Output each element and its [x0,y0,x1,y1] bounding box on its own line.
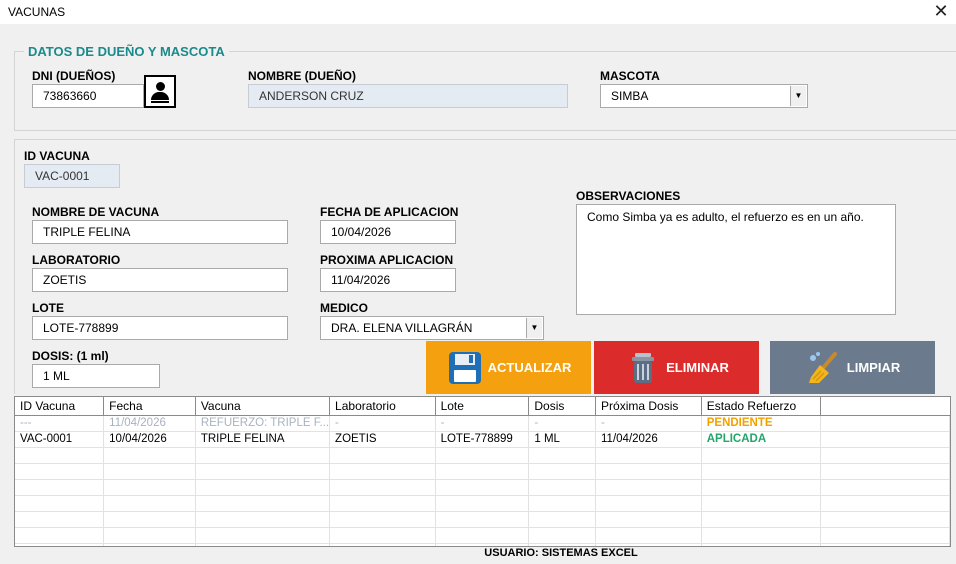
vaccines-table-grid: ID Vacuna Fecha Vacuna Laboratorio Lote … [15,397,950,546]
table-cell: 10/04/2026 [103,431,196,448]
lot-input[interactable]: LOTE-778899 [32,316,288,340]
empty-row [15,479,950,496]
vaccine-id-label: ID VACUNA [24,149,90,163]
chevron-down-icon[interactable]: ▼ [526,318,542,338]
status-badge: APLICADA [701,431,822,448]
owner-pet-section-title: DATOS DE DUEÑO Y MASCOTA [24,44,229,59]
column-header[interactable]: Fecha [103,397,196,416]
table-cell: 11/04/2026 [103,415,196,432]
table-cell: 1 ML [528,431,597,448]
lab-input[interactable]: ZOETIS [32,268,288,292]
delete-button[interactable]: ELIMINAR [594,341,759,394]
table-cell: - [329,415,436,432]
table-cell: ZOETIS [329,431,436,448]
next-date-input[interactable]: 11/04/2026 [320,268,456,292]
table-cell: LOTE-778899 [435,431,530,448]
pet-select[interactable]: SIMBA ▼ [600,84,808,108]
lab-label: LABORATORIO [32,253,121,267]
owner-name-label: NOMBRE (DUEÑO) [248,69,356,83]
table-cell: 11/04/2026 [595,431,702,448]
person-icon [156,82,165,91]
update-button-label: ACTUALIZAR [487,360,572,375]
column-header[interactable]: Próxima Dosis [595,397,702,416]
table-row[interactable]: VAC-0001 10/04/2026 TRIPLE FELINA ZOETIS… [15,431,950,448]
table-cell: VAC-0001 [15,431,105,448]
status-badge: PENDIENTE [701,415,822,432]
vaccine-name-input[interactable]: TRIPLE FELINA [32,220,288,244]
apply-date-input[interactable]: 10/04/2026 [320,220,456,244]
column-header[interactable]: Vacuna [195,397,331,416]
broom-icon [808,351,837,383]
dni-label: DNI (DUEÑOS) [32,69,116,83]
next-date-label: PROXIMA APLICACION [320,253,454,267]
table-cell: - [528,415,597,432]
lot-label: LOTE [32,301,64,315]
pet-select-value: SIMBA [611,89,649,103]
table-header-row: ID Vacuna Fecha Vacuna Laboratorio Lote … [15,397,950,416]
doctor-label: MEDICO [320,301,368,315]
table-row[interactable]: --- 11/04/2026 REFUERZO: TRIPLE F... - -… [15,415,950,432]
column-header[interactable]: Estado Refuerzo [701,397,822,416]
search-owner-button[interactable] [144,75,176,108]
table-cell: - [595,415,702,432]
doctor-select-value: DRA. ELENA VILLAGRÁN [331,321,473,335]
empty-row [15,447,950,464]
apply-date-label: FECHA DE APLICACION [320,205,459,219]
table-cell: REFUERZO: TRIPLE F... [195,415,331,432]
empty-row [15,511,950,528]
dni-input[interactable]: 73863660 [32,84,144,108]
column-header[interactable]: ID Vacuna [15,397,105,416]
column-header-filler [820,397,950,416]
doctor-select[interactable]: DRA. ELENA VILLAGRÁN ▼ [320,316,544,340]
clear-button[interactable]: LIMPIAR [770,341,935,394]
column-header[interactable]: Laboratorio [329,397,436,416]
column-header[interactable]: Dosis [528,397,597,416]
close-icon[interactable]: ✕ [930,0,952,22]
column-header[interactable]: Lote [435,397,530,416]
vaccines-table[interactable]: ID Vacuna Fecha Vacuna Laboratorio Lote … [14,396,951,547]
owner-name-field: ANDERSON CRUZ [248,84,568,108]
user-footer: USUARIO: SISTEMAS EXCEL [484,547,638,559]
chevron-down-icon[interactable]: ▼ [790,86,806,106]
table-cell: - [435,415,530,432]
floppy-disk-icon [448,351,481,384]
vaccine-name-label: NOMBRE DE VACUNA [32,205,160,219]
clear-button-label: LIMPIAR [846,360,901,375]
trash-icon [632,352,655,383]
window-title: VACUNAS [8,5,66,19]
title-bar [0,0,956,24]
observations-textarea[interactable]: Como Simba ya es adulto, el refuerzo es … [576,204,896,315]
update-button[interactable]: ACTUALIZAR [426,341,591,394]
empty-row [15,463,950,480]
dose-label: DOSIS: (1 ml) [32,349,109,363]
table-cell: --- [15,415,105,432]
empty-row [15,527,950,544]
observations-label: OBSERVACIONES [576,189,681,203]
vaccine-id-field: VAC-0001 [24,164,120,188]
empty-row [15,495,950,512]
pet-label: MASCOTA [600,69,660,83]
delete-button-label: ELIMINAR [666,360,729,375]
dose-input[interactable]: 1 ML [32,364,160,388]
table-cell: TRIPLE FELINA [195,431,331,448]
